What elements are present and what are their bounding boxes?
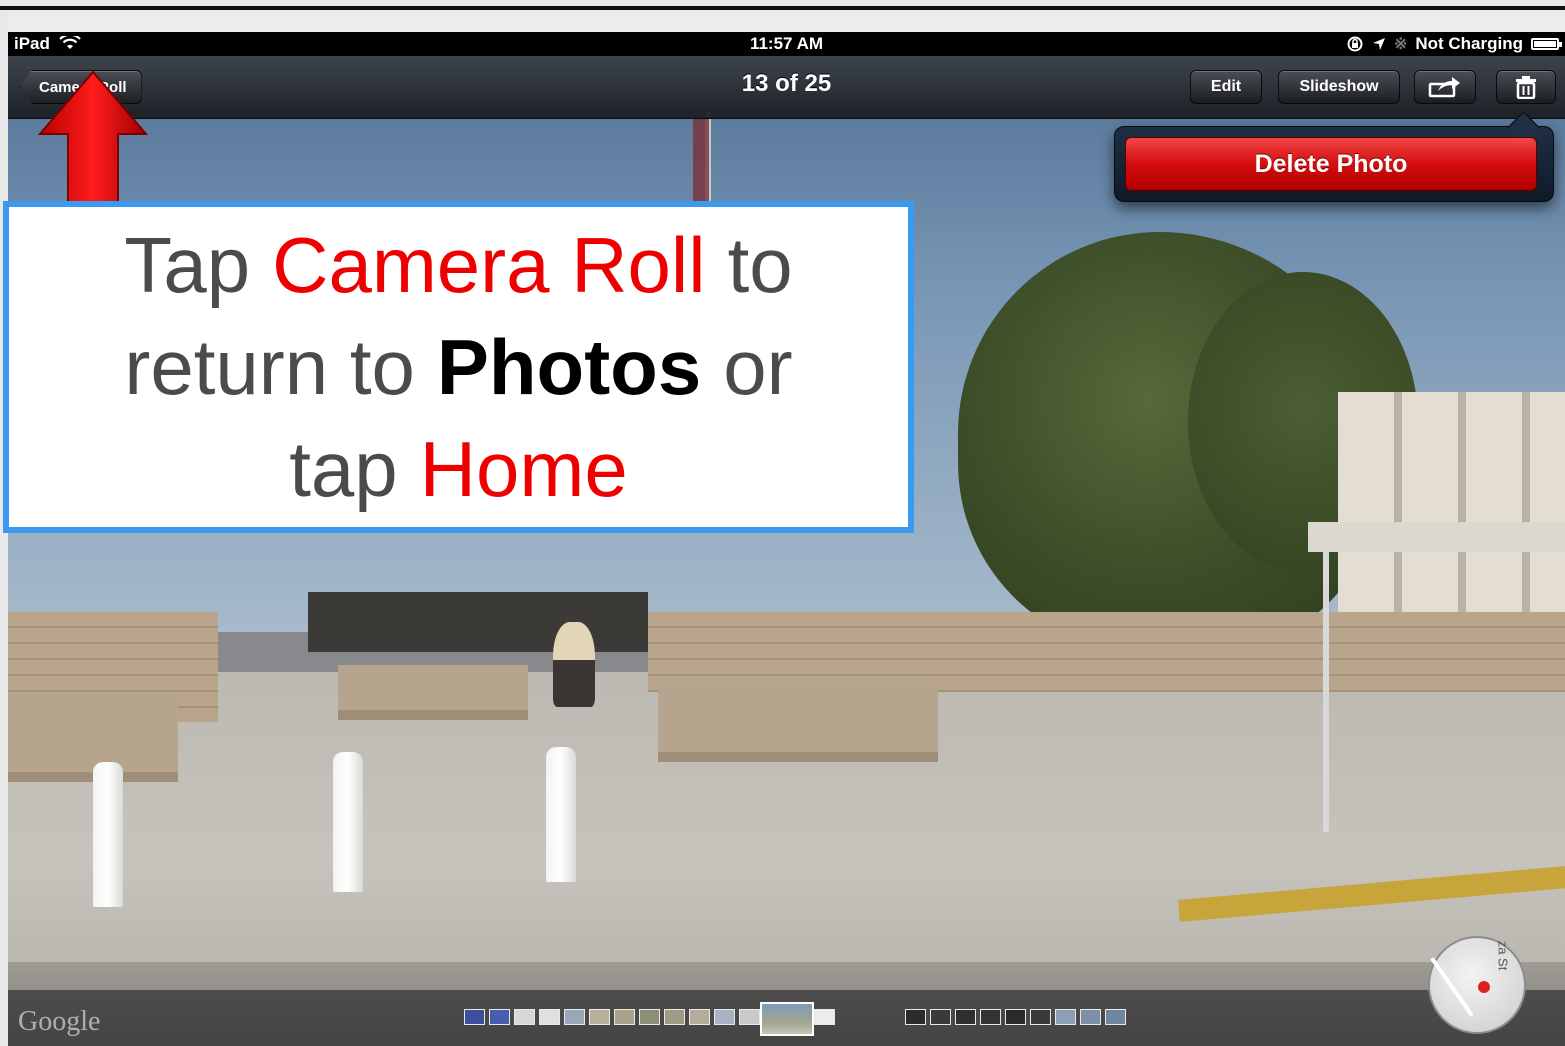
delete-popover: Delete Photo (1114, 111, 1554, 202)
trash-button[interactable] (1496, 70, 1556, 104)
thumbnail[interactable] (564, 1009, 585, 1025)
callout-text: to (727, 221, 793, 309)
photo-stone-wall (648, 612, 1565, 692)
callout-camera-roll: Camera Roll (272, 221, 706, 309)
instruction-callout: Tap Camera Roll to return to Photos or tap Ho… (3, 201, 914, 533)
battery-status-text: Not Charging (1415, 34, 1523, 53)
callout-text: or (723, 323, 793, 411)
thumbnail[interactable] (489, 1009, 510, 1025)
thumbnail[interactable] (614, 1009, 635, 1025)
thumbnail[interactable] (689, 1009, 710, 1025)
clock: 11:57 AM (749, 34, 824, 53)
thumbnail[interactable] (664, 1009, 685, 1025)
thumbnail[interactable] (464, 1009, 485, 1025)
current-thumbnail[interactable] (760, 1002, 814, 1036)
thumbnail[interactable] (539, 1009, 560, 1025)
callout-text: return to (124, 323, 415, 411)
callout-text: tap (289, 425, 398, 513)
google-logo: Google (18, 1006, 101, 1037)
battery-icon (1531, 38, 1562, 50)
thumbnail[interactable] (980, 1009, 1001, 1025)
map-compass[interactable]: za St (1428, 936, 1526, 1034)
callout-line-2: return to Photos or (124, 316, 792, 418)
thumbnail[interactable] (714, 1009, 735, 1025)
edit-button-label: Edit (1210, 78, 1242, 95)
thumbnail[interactable] (589, 1009, 610, 1025)
thumbnail[interactable] (905, 1009, 926, 1025)
photo-building (1338, 392, 1565, 622)
rotation-lock-icon (1347, 36, 1363, 52)
photo-planter (658, 682, 938, 762)
ipad-screen: iPad 11:57 AM ※ Not Charging Camera (8, 32, 1565, 1046)
photo-planter (338, 665, 528, 720)
share-icon (1428, 77, 1460, 98)
thumbnail[interactable] (514, 1009, 535, 1025)
photo-person (553, 622, 595, 707)
photo-bollard (333, 752, 363, 892)
delete-photo-button[interactable]: Delete Photo (1125, 137, 1537, 191)
thumbnail[interactable] (955, 1009, 976, 1025)
photo-building-eave (1308, 522, 1565, 552)
thumbnail[interactable] (930, 1009, 951, 1025)
delete-photo-label: Delete Photo (1254, 149, 1408, 178)
slideshow-button-label: Slideshow (1299, 78, 1379, 95)
callout-home: Home (419, 425, 628, 513)
photo-entrance (308, 592, 648, 652)
bluetooth-icon: ※ (1393, 36, 1408, 53)
status-bar: iPad 11:57 AM ※ Not Charging (8, 32, 1565, 56)
street-name: za St (1495, 940, 1511, 971)
callout-photos: Photos (436, 323, 702, 411)
nav-bar: Camera Roll 13 of 25 Edit Slideshow (8, 56, 1565, 119)
location-dot (1478, 981, 1490, 993)
callout-text: Tap (124, 221, 251, 309)
trash-icon (1516, 76, 1536, 99)
photo-signpost (1323, 552, 1329, 832)
callout-line-3: tap Home (289, 418, 628, 520)
thumbnail[interactable] (1005, 1009, 1026, 1025)
status-right: ※ Not Charging (1346, 34, 1562, 54)
slideshow-button[interactable]: Slideshow (1278, 70, 1400, 104)
photo-bollard (93, 762, 123, 907)
thumbnail[interactable] (739, 1009, 760, 1025)
callout-line-1: Tap Camera Roll to (124, 214, 792, 316)
photo-bollard (546, 747, 576, 882)
thumbnail[interactable] (1080, 1009, 1101, 1025)
compass-road (1430, 957, 1474, 1017)
share-button[interactable] (1414, 70, 1476, 104)
thumbnail[interactable] (1055, 1009, 1076, 1025)
thumbnail[interactable] (639, 1009, 660, 1025)
thumbnail[interactable] (1030, 1009, 1051, 1025)
top-rule (0, 6, 1565, 10)
location-arrow-icon (1372, 38, 1385, 50)
thumbnail[interactable] (1105, 1009, 1126, 1025)
thumbnail[interactable] (814, 1009, 835, 1025)
edit-button[interactable]: Edit (1190, 70, 1262, 104)
